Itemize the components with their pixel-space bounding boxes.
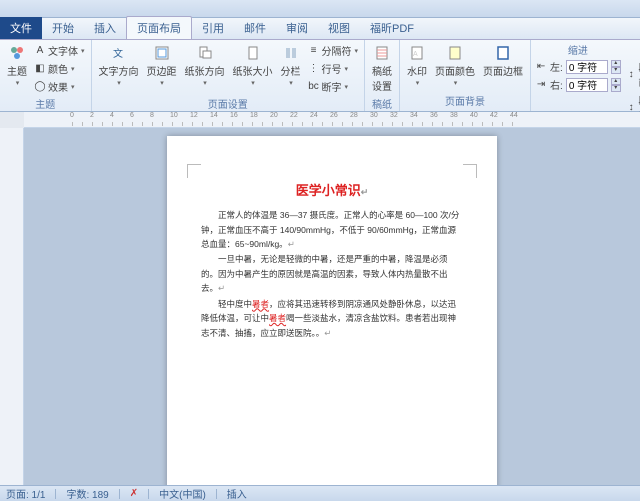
paragraph[interactable]: 轻中度中暑者，应将其迅速转移到阴凉通风处静卧休息，以达迅降低体温，可让中暑者喝一… [201,297,463,340]
group-page-setup: 文文字方向▾ 页边距▾ 纸张方向▾ 纸张大小▾ 分栏▾ ≡分隔符▾ ⋮行号▾ b… [92,40,366,111]
watermark-button[interactable]: A水印▾ [404,42,430,89]
break-icon: ≡ [308,45,320,57]
page-indicator[interactable]: 页面: 1/1 [6,486,45,501]
document-canvas[interactable]: 医学小常识↵ 正常人的体温是 36—37 摄氏度。正常人的心率是 60—100 … [24,128,640,485]
svg-text:A: A [413,51,418,58]
group-theme: 主题 ▾ A文字体▾ ◧颜色▾ ◯效果▾ 主题 [0,40,92,111]
lineno-icon: ⋮ [308,63,320,75]
paragraph[interactable]: 一旦中暑，无论是轻微的中暑，还是严重的中暑，降温是必须的。因为中暑产生的原因就是… [201,252,463,295]
columns-icon [282,44,300,62]
page-1[interactable]: 医学小常识↵ 正常人的体温是 36—37 摄氏度。正常人的心率是 60—100 … [167,136,497,485]
margins-icon [153,44,171,62]
paper-settings-button[interactable]: 稿纸 设置 [369,42,395,95]
effects-icon: ◯ [34,81,46,93]
tab-view[interactable]: 视图 [318,17,360,39]
margin-corner [187,164,201,178]
spellcheck-error[interactable]: 暑者 [269,313,286,323]
orientation-icon [196,44,214,62]
page-borders-button[interactable]: 页面边框 [480,42,526,80]
palette-icon: ◧ [34,63,46,75]
tab-review[interactable]: 审阅 [276,17,318,39]
tab-references[interactable]: 引用 [192,17,234,39]
size-button[interactable]: 纸张大小▾ [230,42,276,89]
theme-colors-button[interactable]: ◧颜色▾ [32,60,87,77]
indent-right-input[interactable] [566,78,608,92]
theme-effects-button[interactable]: ◯效果▾ [32,78,87,95]
language-indicator[interactable]: 中文(中国) [159,486,206,501]
watermark-icon: A [408,44,426,62]
spellcheck-error[interactable]: 暑者 [252,299,269,309]
workspace: 医学小常识↵ 正常人的体温是 36—37 摄氏度。正常人的心率是 60—100 … [0,128,640,485]
paragraph[interactable]: 正常人的体温是 36—37 摄氏度。正常人的心率是 60—100 次/分钟，正常… [201,208,463,251]
orientation-button[interactable]: 纸张方向▾ [182,42,228,89]
hyphen-icon: bc [308,81,320,93]
insert-mode[interactable]: 插入 [227,486,247,501]
ribbon-tabs: 文件 开始 插入 页面布局 引用 邮件 审阅 视图 福昕PDF [0,18,640,40]
border-icon [494,44,512,62]
tab-foxit-pdf[interactable]: 福昕PDF [360,17,424,39]
tab-page-layout[interactable]: 页面布局 [126,16,192,39]
tab-mailings[interactable]: 邮件 [234,17,276,39]
page-color-button[interactable]: 页面颜色▾ [432,42,478,89]
theme-fonts-button[interactable]: A文字体▾ [32,42,87,59]
group-label: 主题 [4,95,87,112]
group-paper: 稿纸 设置 稿纸 [365,40,400,111]
tab-insert[interactable]: 插入 [84,17,126,39]
columns-button[interactable]: 分栏▾ [278,42,304,89]
breaks-button[interactable]: ≡分隔符▾ [306,42,361,59]
text-direction-icon: 文 [110,44,128,62]
word-count[interactable]: 字数: 189 [66,486,108,501]
page-size-icon [244,44,262,62]
themes-button[interactable]: 主题 ▾ [4,42,30,89]
space-before-icon: ↕ [627,68,636,80]
margin-corner [463,164,477,178]
indent-left-icon: ⇤ [535,61,547,73]
grid-paper-icon [373,44,391,62]
document-title[interactable]: 医学小常识↵ [201,180,463,202]
tab-file[interactable]: 文件 [0,17,42,39]
font-icon: A [34,45,46,57]
chevron-down-icon: ▾ [16,79,20,87]
status-bar: 页面: 1/1 字数: 189 ✗ 中文(中国) 插入 [0,485,640,501]
themes-icon [8,44,26,62]
horizontal-ruler[interactable] [24,112,640,128]
tab-home[interactable]: 开始 [42,17,84,39]
hyphenation-button[interactable]: bc断字▾ [306,78,361,95]
margins-button[interactable]: 页边距▾ [144,42,180,89]
indent-left-input[interactable] [566,60,608,74]
indent-right-icon: ⇥ [535,79,547,91]
ribbon: 主题 ▾ A文字体▾ ◧颜色▾ ◯效果▾ 主题 文文字方向▾ 页边距▾ 纸张方向… [0,40,640,112]
group-page-background: A水印▾ 页面颜色▾ 页面边框 页面背景 [400,40,531,111]
fill-icon [446,44,464,62]
group-paragraph: 缩进 ⇤左:▴▾ ⇥右:▴▾ 间距 ↕段前:▴▾ ↕段后:▴▾ 段落 [531,40,640,111]
spin-up[interactable]: ▴ [611,60,621,67]
titlebar [0,0,640,18]
spin-down[interactable]: ▾ [611,67,621,74]
proofing-icon[interactable]: ✗ [130,488,138,499]
vertical-ruler[interactable] [0,128,24,485]
svg-text:文: 文 [113,47,123,60]
text-direction-button[interactable]: 文文字方向▾ [96,42,142,89]
line-numbers-button[interactable]: ⋮行号▾ [306,60,361,77]
